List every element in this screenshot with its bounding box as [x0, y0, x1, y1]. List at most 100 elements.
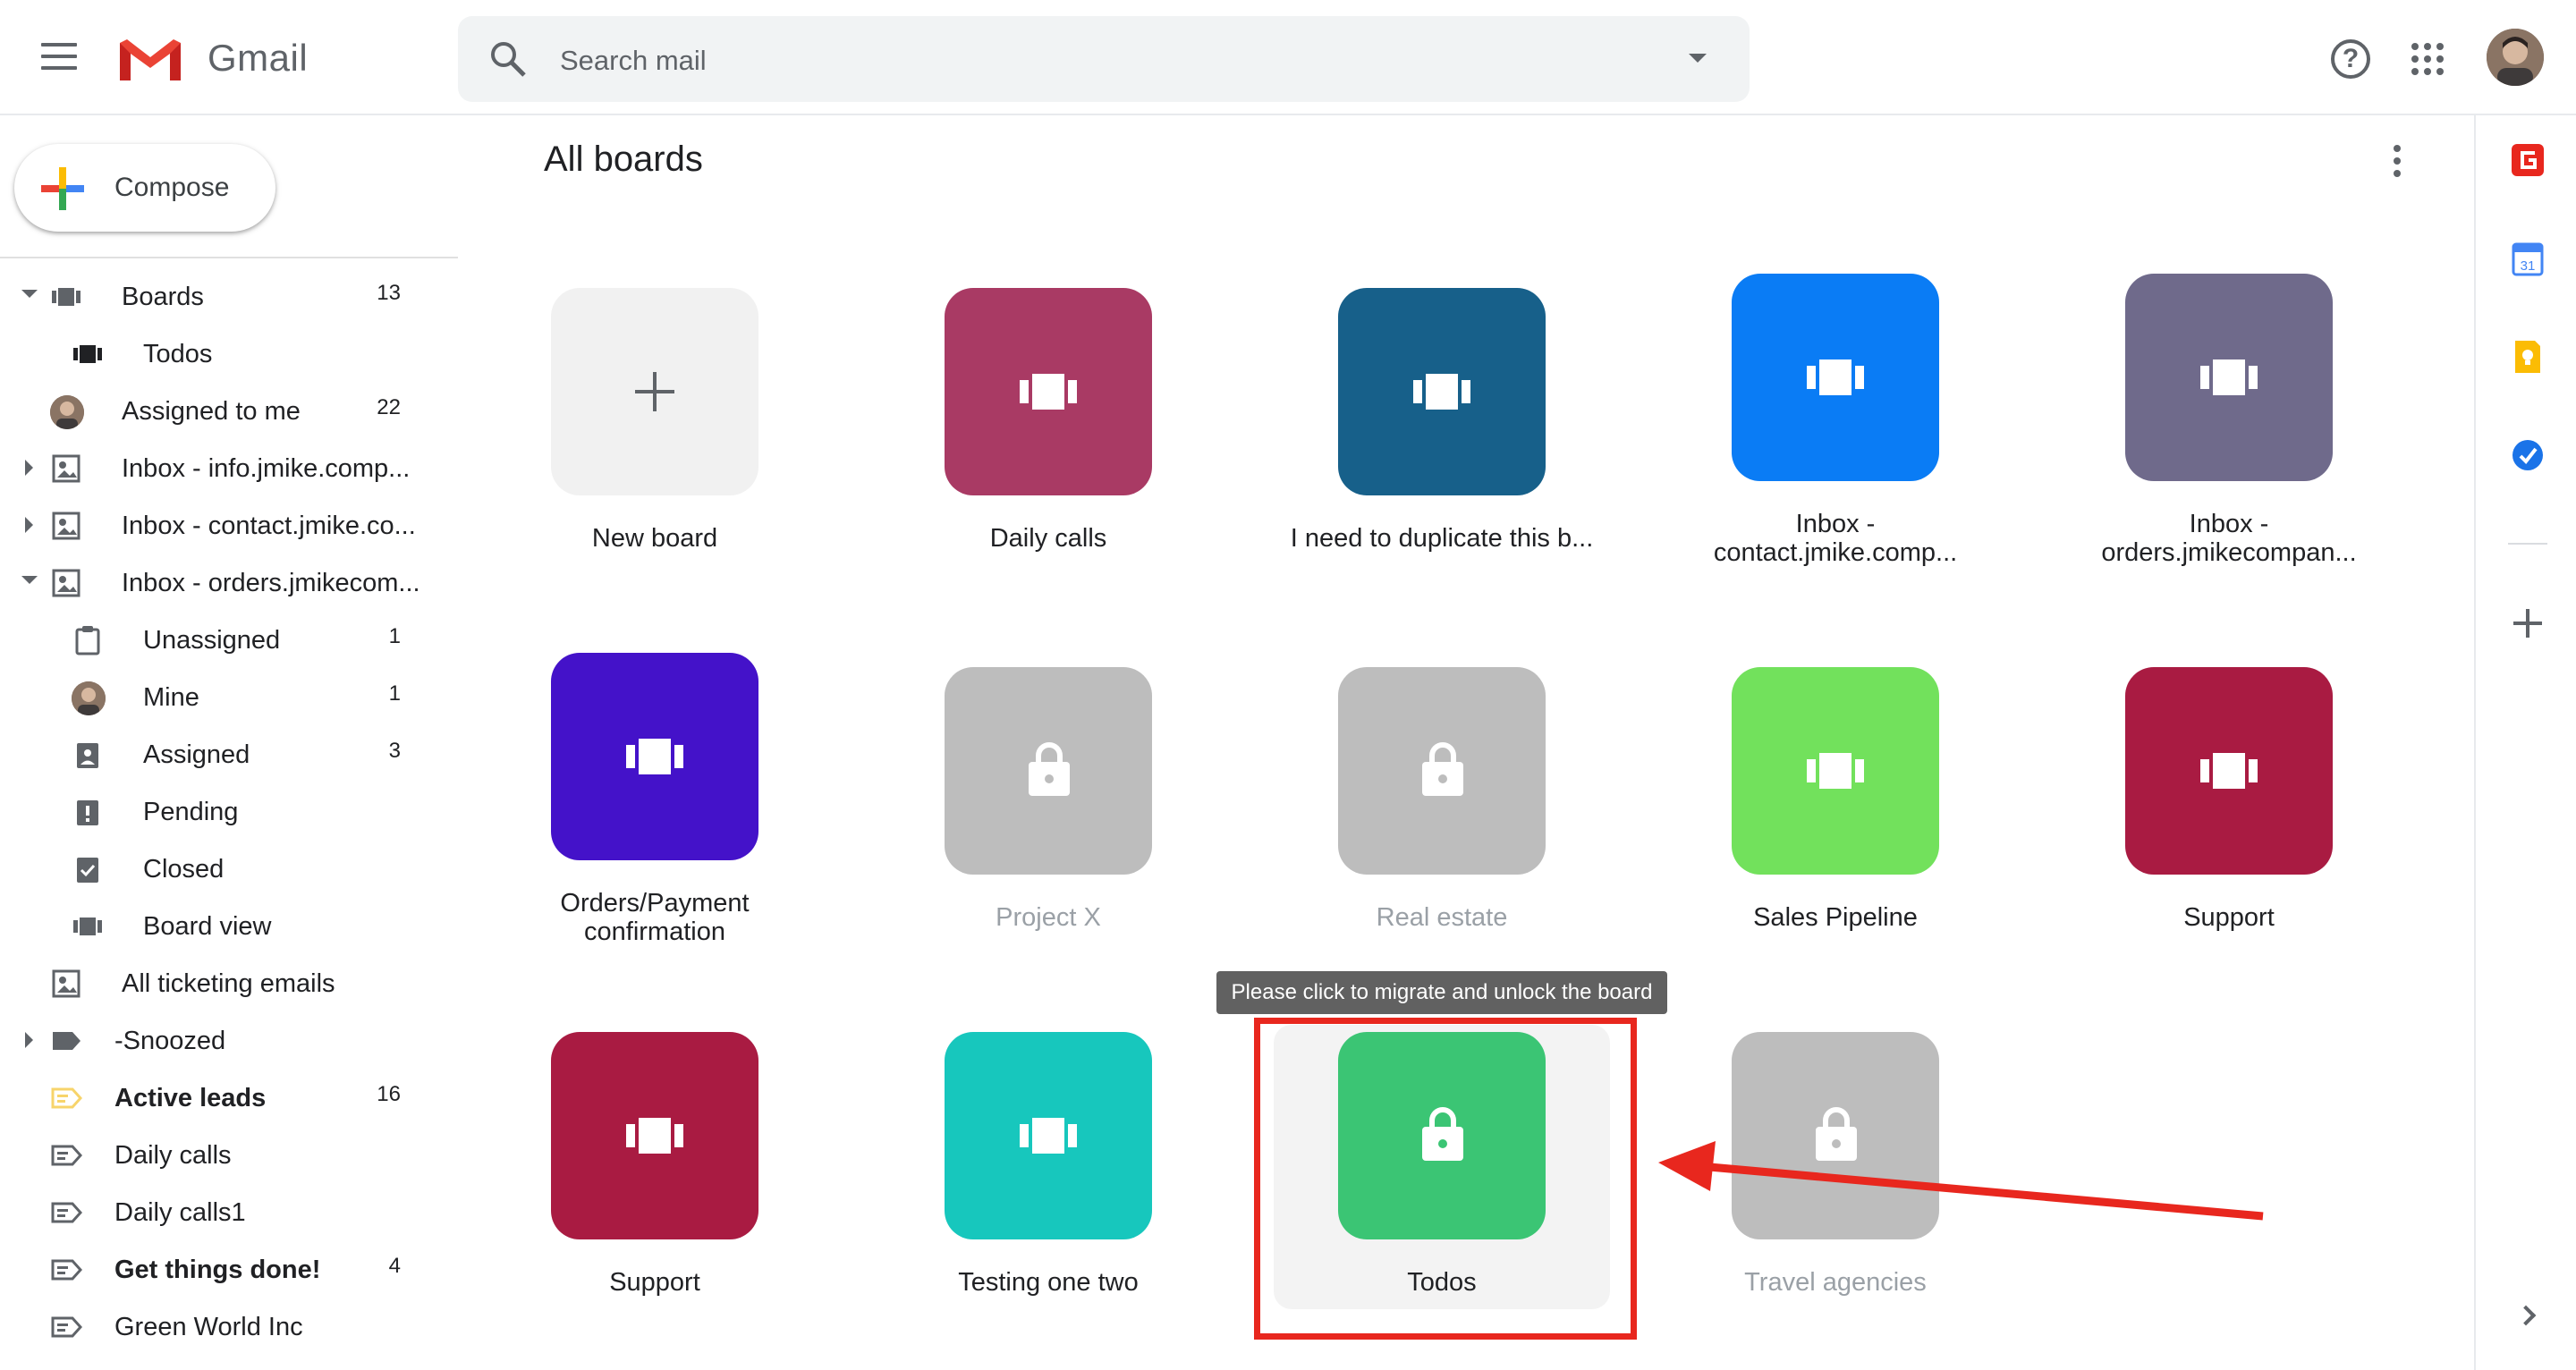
board-tile[interactable]: [1338, 667, 1546, 875]
sidebar-item-boards[interactable]: Boards 13: [0, 268, 458, 326]
board-icon: [626, 739, 683, 774]
sidebar-item-count: 16: [377, 1082, 401, 1106]
sidebar-item-label: Unassigned: [143, 626, 281, 655]
board-label[interactable]: Sales Pipeline: [1639, 903, 2032, 932]
board-label[interactable]: Inbox - contact.jmike.comp...: [1639, 510, 2032, 567]
sidebar-item-label: All ticketing emails: [122, 969, 335, 998]
shared-inbox-icon: [52, 454, 80, 483]
calendar-icon[interactable]: 31: [2512, 241, 2544, 276]
board-label[interactable]: Testing one two: [852, 1268, 1245, 1297]
sidebar-item-snoozed[interactable]: -Snoozed: [0, 1012, 458, 1070]
more-options-icon[interactable]: [2394, 145, 2402, 181]
lock-icon: [1029, 742, 1070, 796]
sidebar-item-todos[interactable]: Todos: [0, 326, 458, 383]
sidebar-item-get-things-done[interactable]: Get things done! 4: [0, 1241, 458, 1298]
gmail-logo-icon[interactable]: [116, 36, 184, 84]
board-tile[interactable]: [1732, 274, 1939, 481]
board-label[interactable]: Real estate: [1245, 903, 1639, 932]
clipboard-icon: [75, 626, 100, 655]
board-tile[interactable]: [551, 288, 758, 495]
board-label[interactable]: Support: [458, 1268, 852, 1297]
chevron-right-icon[interactable]: [2515, 1305, 2537, 1326]
board-icon: [2200, 359, 2258, 395]
calendar-day: 31: [2521, 258, 2536, 274]
board-tile[interactable]: [1732, 667, 1939, 875]
streak-icon[interactable]: [2512, 142, 2544, 178]
board-tile[interactable]: [945, 667, 1152, 875]
pending-clipboard-icon: [77, 800, 98, 825]
board-tile[interactable]: [2125, 274, 2333, 481]
plus-icon: [635, 372, 674, 411]
board-tile[interactable]: [2125, 667, 2333, 875]
search-bar[interactable]: Search mail: [458, 16, 1750, 102]
keep-icon[interactable]: [2512, 339, 2544, 375]
board-tile[interactable]: [945, 1032, 1152, 1239]
expand-arrow-icon[interactable]: [21, 290, 38, 298]
board-tile[interactable]: [945, 288, 1152, 495]
sidebar-item-label: Daily calls1: [114, 1198, 246, 1227]
sidebar-item-daily-calls1[interactable]: Daily calls1: [0, 1184, 458, 1241]
expand-arrow-icon[interactable]: [21, 576, 38, 584]
board-tile[interactable]: [551, 653, 758, 860]
help-icon[interactable]: ?: [2331, 39, 2370, 79]
main-menu-icon[interactable]: [41, 43, 77, 70]
sidebar-item-inbox-info[interactable]: Inbox - info.jmike.comp...: [0, 440, 458, 497]
board-label[interactable]: New board: [458, 524, 852, 553]
sidebar-item-active-leads[interactable]: Active leads 16: [0, 1070, 458, 1127]
compose-label: Compose: [114, 173, 230, 202]
sidebar-item-board-view[interactable]: Board view: [0, 898, 458, 955]
lock-icon: [1422, 742, 1463, 796]
sidebar-item-count: 13: [377, 281, 401, 305]
board-label[interactable]: Daily calls: [852, 524, 1245, 553]
sidebar-item-unassigned[interactable]: Unassigned 1: [0, 612, 458, 669]
sidebar-item-green-world-inc[interactable]: Green World Inc: [0, 1298, 458, 1356]
board-label[interactable]: Support: [2032, 903, 2426, 932]
sidebar-item-assigned-to-me[interactable]: Assigned to me 22: [0, 383, 458, 440]
board-label[interactable]: Project X: [852, 903, 1245, 932]
board-label[interactable]: Travel agencies: [1639, 1268, 2032, 1297]
board-label[interactable]: Orders/Payment confirmation: [458, 889, 852, 946]
sidebar-item-count: 1: [388, 624, 401, 648]
sidebar-item-mine[interactable]: Mine 1: [0, 669, 458, 726]
search-icon[interactable]: [488, 39, 528, 79]
label-tag-icon: [51, 1145, 82, 1166]
boards-icon: [52, 288, 80, 306]
sidebar-item-label: Closed: [143, 855, 225, 884]
board-label[interactable]: I need to duplicate this b...: [1245, 524, 1639, 553]
board-tile[interactable]: [1338, 288, 1546, 495]
shared-inbox-icon: [52, 569, 80, 597]
sidebar-item-label: Inbox - contact.jmike.co...: [122, 512, 416, 540]
sidebar-item-label: Boards: [122, 283, 204, 311]
sidebar-item-inbox-orders[interactable]: Inbox - orders.jmikecom...: [0, 554, 458, 612]
sidebar-item-daily-calls[interactable]: Daily calls: [0, 1127, 458, 1184]
add-addon-icon[interactable]: [2513, 609, 2542, 638]
expand-arrow-icon[interactable]: [25, 460, 33, 476]
tasks-icon[interactable]: [2512, 437, 2544, 473]
board-icon: [73, 345, 102, 363]
sidebar-item-assigned[interactable]: Assigned 3: [0, 726, 458, 783]
sidebar-item-label: Mine: [143, 683, 199, 712]
shared-inbox-icon: [52, 969, 80, 998]
sidebar-item-closed[interactable]: Closed: [0, 841, 458, 898]
search-options-icon[interactable]: [1689, 54, 1707, 63]
apps-grid-icon[interactable]: [2411, 43, 2444, 75]
sidebar-item-pending[interactable]: Pending: [0, 783, 458, 841]
search-input[interactable]: Search mail: [560, 45, 707, 77]
sidebar-item-all-ticketing-emails[interactable]: All ticketing emails: [0, 955, 458, 1012]
board-icon: [1807, 359, 1864, 395]
expand-arrow-icon[interactable]: [25, 1032, 33, 1048]
sidebar-item-label: Inbox - orders.jmikecom...: [122, 569, 420, 597]
board-label[interactable]: Inbox - orders.jmikecompan...: [2032, 510, 2426, 567]
sidebar-item-label: Pending: [143, 798, 239, 826]
sidebar-item-label: Board view: [143, 912, 272, 941]
expand-arrow-icon[interactable]: [25, 517, 33, 533]
board-tile[interactable]: [551, 1032, 758, 1239]
app-name[interactable]: Gmail: [208, 37, 308, 80]
sidebar-item-count: 3: [388, 739, 401, 763]
account-avatar[interactable]: [2487, 29, 2544, 86]
page-title: All boards: [544, 140, 703, 179]
board-icon: [1413, 374, 1470, 410]
sidebar-item-label: Daily calls: [114, 1141, 232, 1170]
compose-button[interactable]: Compose: [14, 144, 275, 232]
sidebar-item-inbox-contact[interactable]: Inbox - contact.jmike.co...: [0, 497, 458, 554]
